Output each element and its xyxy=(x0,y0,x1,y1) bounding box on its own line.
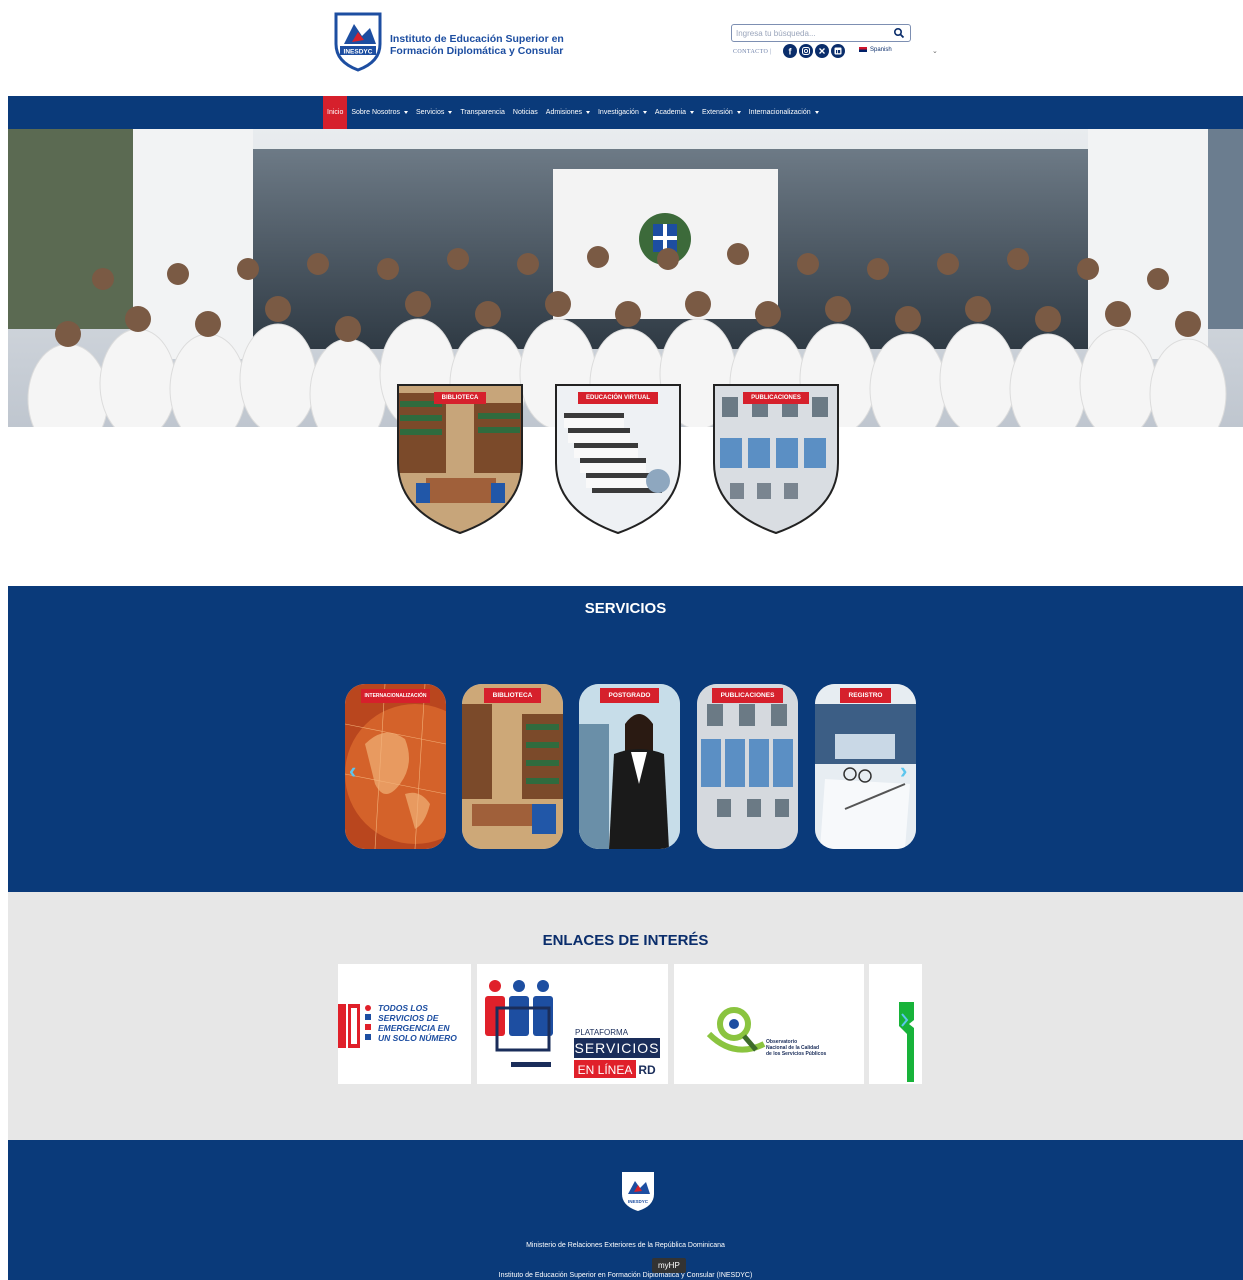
inesdyc-logo[interactable]: INESDYC xyxy=(332,10,384,72)
service-card-publicaciones[interactable]: PUBLICACIONES xyxy=(697,684,798,849)
section-title: SERVICIOS xyxy=(584,600,667,617)
footer-logo-acronym: INESDYC xyxy=(628,1199,649,1204)
chevron-down-icon[interactable]: ⌄ xyxy=(932,47,938,55)
nav-menu: Inicio Sobre Nosotros Servicios Transpar… xyxy=(323,96,823,129)
library-image xyxy=(397,384,523,535)
section-title: ENLACES DE INTERÉS xyxy=(542,932,709,949)
shield-card-label: PUBLICACIONES xyxy=(712,386,840,404)
rd-label: RD xyxy=(638,1063,656,1077)
footer-ministry-text: Ministerio de Relaciones Exteriores de l… xyxy=(526,1242,725,1249)
enlaces-section: ENLACES DE INTERÉS TODOS LOS SERVICIOS D… xyxy=(8,892,1243,1140)
institution-name[interactable]: Instituto de Educación Superior en Forma… xyxy=(390,33,564,57)
nav-label: Investigación xyxy=(597,109,639,116)
publications-image xyxy=(713,384,839,535)
card-text-line: UN SOLO NÚMERO xyxy=(378,1032,457,1043)
shield-card-label: BIBLIOTECA xyxy=(396,386,524,404)
svg-text:f: f xyxy=(789,47,793,57)
service-card-internacionalizacion[interactable]: INTERNACIONALIZACIÓN xyxy=(345,684,446,849)
caret-down-icon xyxy=(689,111,694,114)
nav-label: Admisiones xyxy=(545,109,582,116)
linkedin-icon[interactable] xyxy=(831,44,845,58)
card-text-line: TODOS LOS xyxy=(378,1003,428,1013)
carousel-prev-arrow[interactable]: ‹ xyxy=(349,758,356,784)
facebook-icon[interactable]: f xyxy=(783,44,797,58)
servicios-label: SERVICIOS xyxy=(575,1040,660,1056)
card-text-line: de los Servicios Públicos xyxy=(766,1051,827,1057)
caret-down-icon xyxy=(736,111,741,114)
caret-down-icon xyxy=(448,111,453,114)
card-text-line: SERVICIOS DE xyxy=(378,1013,439,1023)
nav-label: Sobre Nosotros xyxy=(351,109,400,116)
card-text-line: EMERGENCIA EN xyxy=(378,1023,450,1033)
publications-image xyxy=(697,684,798,849)
service-card-label: POSTGRADO xyxy=(579,684,680,703)
emergency-911-logo: TODOS LOS SERVICIOS DE EMERGENCIA EN UN … xyxy=(338,1003,457,1048)
nav-label: Internacionalización xyxy=(748,109,811,116)
service-card-label: REGISTRO xyxy=(815,684,916,703)
nav-label: Transparencia xyxy=(460,109,505,116)
nav-label: Servicios xyxy=(415,109,445,116)
shield-card-educacion-virtual[interactable]: EDUCACIÓN VIRTUAL xyxy=(554,383,682,535)
nav-label: Extensión xyxy=(701,109,733,116)
nav-label: Inicio xyxy=(327,109,344,116)
institution-name-line1: Instituto de Educación Superior en xyxy=(390,33,564,45)
world-map-image xyxy=(345,684,446,849)
site-footer: INESDYC Ministerio de Relaciones Exterio… xyxy=(8,1140,1243,1280)
en-linea-label: EN LÍNEA xyxy=(578,1062,633,1077)
nav-item-noticias[interactable]: Noticias xyxy=(509,96,542,129)
contact-link[interactable]: CONTACTO | xyxy=(733,49,772,55)
servicios-en-linea-logo: PLATAFORMA SERVICIOS EN LÍNEA RD xyxy=(485,980,660,1078)
service-card-label: INTERNACIONALIZACIÓN xyxy=(345,684,446,703)
nav-label: Noticias xyxy=(512,109,538,116)
caret-down-icon xyxy=(814,111,819,114)
x-icon[interactable] xyxy=(815,44,829,58)
library-image xyxy=(462,684,563,849)
service-card-label: BIBLIOTECA xyxy=(462,684,563,703)
shield-card-label: EDUCACIÓN VIRTUAL xyxy=(554,386,682,404)
institution-name-line2: Formación Diplomática y Consular xyxy=(390,45,564,57)
logo-acronym: INESDYC xyxy=(344,49,373,56)
shield-card-biblioteca[interactable]: BIBLIOTECA xyxy=(396,383,524,535)
shield-card-publicaciones[interactable]: PUBLICACIONES xyxy=(712,383,840,535)
service-card-postgrado[interactable]: POSTGRADO xyxy=(579,684,680,849)
nav-item-academia[interactable]: Academia xyxy=(651,96,698,129)
nav-item-investigacion[interactable]: Investigación xyxy=(594,96,651,129)
site-header: INESDYC Instituto de Educación Superior … xyxy=(0,0,1243,96)
nav-item-internacionalizacion[interactable]: Internacionalización xyxy=(745,96,823,129)
nav-item-transparencia[interactable]: Transparencia xyxy=(456,96,509,129)
servicios-section: SERVICIOS INTERNACIONALIZACIÓN BIBLIOTEC… xyxy=(8,586,1243,892)
link-card-observatorio[interactable]: Observatorio Nacional de la Calidad de l… xyxy=(674,964,864,1084)
nav-label: Academia xyxy=(654,109,686,116)
link-card-servicios-en-linea[interactable]: PLATAFORMA SERVICIOS EN LÍNEA RD xyxy=(477,964,668,1084)
search-icon[interactable] xyxy=(893,27,905,39)
nav-item-extension[interactable]: Extensión xyxy=(698,96,745,129)
professional-woman-image xyxy=(579,684,680,849)
caret-down-icon xyxy=(642,111,647,114)
partial-logo xyxy=(899,1002,914,1082)
carousel-next-arrow[interactable]: › xyxy=(900,758,907,784)
instagram-icon[interactable] xyxy=(799,44,813,58)
main-navigation: Inicio Sobre Nosotros Servicios Transpar… xyxy=(8,96,1243,129)
search-form xyxy=(731,24,911,42)
language-label: Spanish xyxy=(870,47,892,54)
service-card-biblioteca[interactable]: BIBLIOTECA xyxy=(462,684,563,849)
nav-item-sobre-nosotros[interactable]: Sobre Nosotros xyxy=(347,96,412,129)
link-card-partial[interactable] xyxy=(869,964,922,1084)
footer-institute-text: Instituto de Educación Superior en Forma… xyxy=(498,1272,753,1279)
books-globe-image xyxy=(555,384,681,535)
tooltip: myHP xyxy=(652,1258,686,1273)
footer-logo[interactable]: INESDYC xyxy=(620,1170,656,1212)
nav-item-servicios[interactable]: Servicios xyxy=(412,96,456,129)
caret-down-icon xyxy=(585,111,590,114)
link-card-emergencias-911[interactable]: TODOS LOS SERVICIOS DE EMERGENCIA EN UN … xyxy=(338,964,471,1084)
search-input[interactable] xyxy=(736,26,886,40)
caret-down-icon xyxy=(403,111,408,114)
nav-item-admisiones[interactable]: Admisiones xyxy=(542,96,594,129)
nav-item-inicio[interactable]: Inicio xyxy=(323,96,348,129)
language-selector[interactable]: Spanish xyxy=(859,47,892,53)
platform-label: PLATAFORMA xyxy=(575,1028,629,1037)
service-card-label: PUBLICACIONES xyxy=(697,684,798,703)
uk-flag-icon xyxy=(859,47,867,52)
observatorio-logo: Observatorio Nacional de la Calidad de l… xyxy=(706,1007,827,1057)
